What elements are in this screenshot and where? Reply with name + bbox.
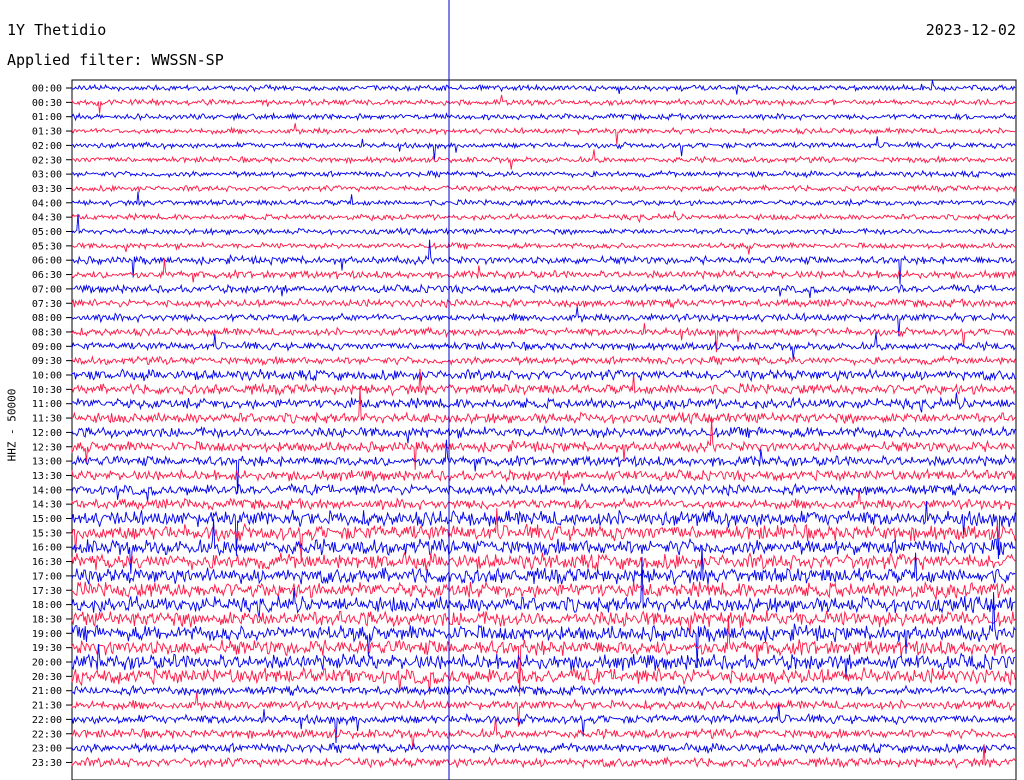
seismic-trace	[71, 467, 1016, 486]
row-time-label: 07:30	[32, 299, 62, 310]
seismic-trace	[71, 545, 1016, 585]
row-time-label: 10:00	[32, 371, 62, 382]
seismic-trace	[71, 419, 1016, 470]
row-time-label: 12:30	[32, 442, 62, 453]
seismic-trace	[71, 610, 1016, 636]
row-time-label: 15:30	[32, 528, 62, 539]
row-time-label: 19:00	[32, 629, 62, 640]
row-time-label: 23:30	[32, 758, 62, 769]
row-time-label: 20:30	[32, 672, 62, 683]
seismic-trace	[71, 741, 1016, 755]
row-time-label: 21:00	[32, 686, 62, 697]
seismic-trace	[71, 482, 1016, 502]
row-time-label: 02:30	[32, 155, 62, 166]
seismic-trace	[71, 489, 1016, 512]
seismic-trace	[71, 94, 1016, 114]
seismic-trace	[71, 354, 1016, 367]
row-time-label: 03:30	[32, 184, 62, 195]
row-time-label: 16:00	[32, 543, 62, 554]
row-time-label: 22:30	[32, 729, 62, 740]
row-time-label: 01:00	[32, 112, 62, 123]
row-time-label: 18:00	[32, 600, 62, 611]
row-time-label: 14:00	[32, 485, 62, 496]
seismic-trace	[71, 323, 1016, 353]
row-time-label: 01:30	[32, 127, 62, 138]
seismic-trace	[71, 519, 1016, 574]
time-labels: 00:00 00:30 01:00 01:30 02:00 02:30 03:00 03:30…	[32, 84, 72, 769]
seismic-trace	[71, 425, 1016, 444]
row-time-label: 23:00	[32, 744, 62, 755]
row-time-label: 00:00	[32, 84, 62, 95]
seismic-trace	[71, 297, 1016, 310]
row-time-label: 10:30	[32, 385, 62, 396]
row-time-label: 22:00	[32, 715, 62, 726]
seismic-trace	[71, 80, 1016, 95]
row-time-label: 09:30	[32, 356, 62, 367]
row-time-label: 09:00	[32, 342, 62, 353]
seismic-trace	[71, 184, 1016, 194]
row-time-label: 08:30	[32, 327, 62, 338]
row-time-label: 13:30	[32, 471, 62, 482]
row-time-label: 06:00	[32, 256, 62, 267]
seismic-trace	[71, 241, 1016, 255]
seismic-trace	[71, 392, 1016, 413]
row-time-label: 11:30	[32, 414, 62, 425]
seismic-trace	[71, 169, 1016, 179]
seismic-trace	[71, 332, 1016, 360]
seismic-trace	[71, 580, 1016, 600]
row-time-label: 06:30	[32, 270, 62, 281]
row-time-label: 12:00	[32, 428, 62, 439]
row-time-label: 14:30	[32, 500, 62, 511]
row-time-label: 05:00	[32, 227, 62, 238]
row-time-label: 20:00	[32, 658, 62, 669]
row-time-label: 02:00	[32, 141, 62, 152]
row-time-label: 11:00	[32, 399, 62, 410]
seismic-trace	[71, 111, 1016, 122]
seismic-trace	[71, 684, 1016, 697]
seismic-trace	[71, 149, 1016, 170]
row-time-label: 04:00	[32, 198, 62, 209]
row-time-label: 05:30	[32, 241, 62, 252]
row-time-label: 08:00	[32, 313, 62, 324]
seismic-trace	[71, 211, 1016, 224]
helicorder-plot: 00:00 00:30 01:00 01:30 02:00 02:30 03:00 03:30…	[32, 0, 1017, 780]
row-time-label: 16:30	[32, 557, 62, 568]
seismic-trace	[71, 367, 1016, 382]
row-time-label: 21:30	[32, 701, 62, 712]
seismic-trace	[71, 283, 1016, 299]
row-time-label: 17:30	[32, 586, 62, 597]
trace-group	[71, 80, 1016, 770]
row-time-label: 03:00	[32, 170, 62, 181]
row-time-label: 04:30	[32, 213, 62, 224]
row-time-label: 18:30	[32, 614, 62, 625]
seismic-trace	[71, 191, 1016, 208]
row-time-label: 07:00	[32, 284, 62, 295]
row-time-label: 19:30	[32, 643, 62, 654]
row-time-label: 13:00	[32, 457, 62, 468]
seismic-trace	[71, 306, 1016, 337]
seismic-trace	[71, 123, 1016, 145]
seismic-trace	[71, 615, 1016, 697]
row-time-label: 17:00	[32, 571, 62, 582]
seismic-trace	[71, 556, 1016, 618]
seismic-trace	[71, 551, 1016, 571]
row-time-label: 15:00	[32, 514, 62, 525]
row-time-label: 00:30	[32, 98, 62, 109]
seismic-trace	[71, 704, 1016, 744]
